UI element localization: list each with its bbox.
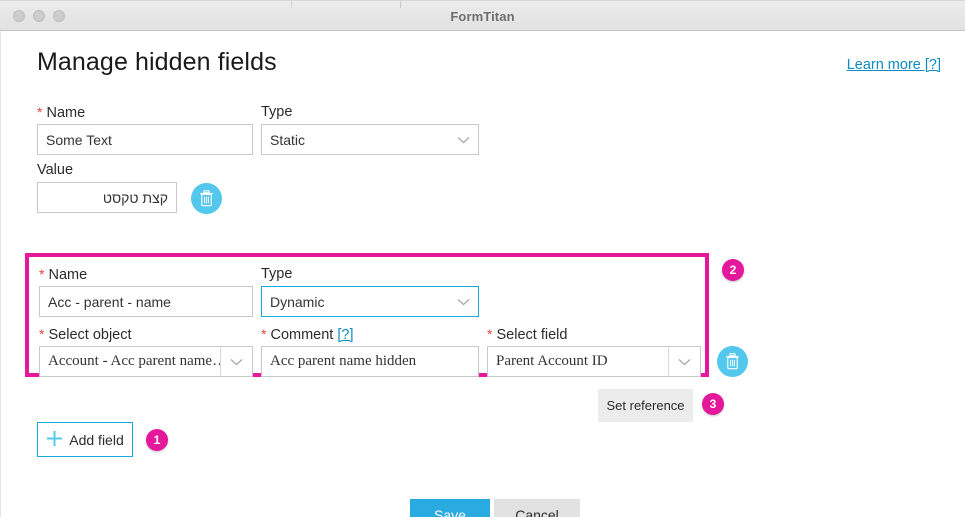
window-titlebar: FormTitan: [0, 0, 965, 31]
static-name-input[interactable]: Some Text: [37, 124, 253, 155]
page-title: Manage hidden fields: [37, 48, 277, 76]
required-asterisk: *: [39, 266, 45, 282]
tab-edge-decoration-left: [291, 1, 292, 8]
tab-edge-decoration-right: [400, 1, 401, 8]
dynamic-name-label: * Name: [39, 265, 87, 284]
trash-icon: [199, 190, 214, 207]
plus-icon: [46, 430, 63, 450]
comment-help-link[interactable]: [?]: [337, 327, 353, 343]
select-field-label: * Select field: [487, 325, 567, 344]
delete-dynamic-field-button[interactable]: [717, 346, 748, 377]
trash-icon: [725, 353, 740, 370]
dynamic-name-input[interactable]: Acc - parent - name: [39, 286, 253, 317]
static-type-value: Static: [270, 131, 306, 148]
dynamic-name-label-text: Name: [48, 267, 88, 283]
learn-more-link[interactable]: Learn more [?]: [847, 57, 941, 73]
add-field-label: Add field: [69, 431, 124, 448]
select-object-dropdown[interactable]: Account - Acc parent name…: [39, 346, 253, 377]
dynamic-type-value: Dynamic: [270, 293, 325, 310]
required-asterisk: *: [39, 326, 45, 342]
dynamic-type-dropdown[interactable]: Dynamic: [261, 286, 479, 317]
set-reference-button[interactable]: Set reference: [598, 389, 693, 422]
set-reference-label-line1: Set: [606, 397, 626, 413]
save-button[interactable]: Save: [410, 499, 490, 517]
required-asterisk: *: [487, 326, 493, 342]
chevron-down-icon: [668, 347, 696, 376]
chevron-down-icon: [457, 136, 470, 144]
window-title: FormTitan: [450, 9, 515, 24]
callout-badge-1: 1: [146, 429, 168, 451]
static-type-dropdown[interactable]: Static: [261, 124, 479, 155]
callout-badge-3: 3: [702, 393, 724, 415]
static-name-label: * Name: [37, 103, 85, 122]
chevron-down-icon: [220, 347, 248, 376]
select-object-label-text: Select object: [48, 327, 132, 343]
callout-badge-2: 2: [722, 259, 744, 281]
comment-label-text: Comment: [270, 327, 334, 343]
static-value-label: Value: [37, 162, 74, 178]
app-window: FormTitan Manage hidden fields Learn mor…: [0, 0, 965, 517]
required-asterisk: *: [37, 104, 43, 120]
required-asterisk: *: [261, 326, 267, 342]
chevron-down-icon: [457, 298, 470, 306]
static-value-input[interactable]: קצת טקסט: [37, 182, 177, 213]
select-field-value: Parent Account ID: [496, 353, 608, 369]
select-field-dropdown[interactable]: Parent Account ID: [487, 346, 701, 377]
static-type-label: Type: [261, 104, 293, 120]
dialog-body: Manage hidden fields Learn more [?] * Na…: [0, 31, 965, 517]
set-reference-label-line2: reference: [629, 397, 685, 413]
comment-label: * Comment [?]: [261, 325, 354, 344]
static-name-label-text: Name: [46, 105, 86, 121]
comment-input[interactable]: Acc parent name hidden: [261, 346, 479, 377]
dynamic-type-label: Type: [261, 266, 293, 282]
add-field-button[interactable]: Add field: [37, 422, 133, 457]
select-field-label-text: Select field: [496, 327, 568, 343]
select-object-label: * Select object: [39, 325, 132, 344]
cancel-button[interactable]: Cancel: [494, 499, 580, 517]
delete-static-field-button[interactable]: [191, 183, 222, 214]
select-object-value: Account - Acc parent name…: [48, 353, 220, 369]
